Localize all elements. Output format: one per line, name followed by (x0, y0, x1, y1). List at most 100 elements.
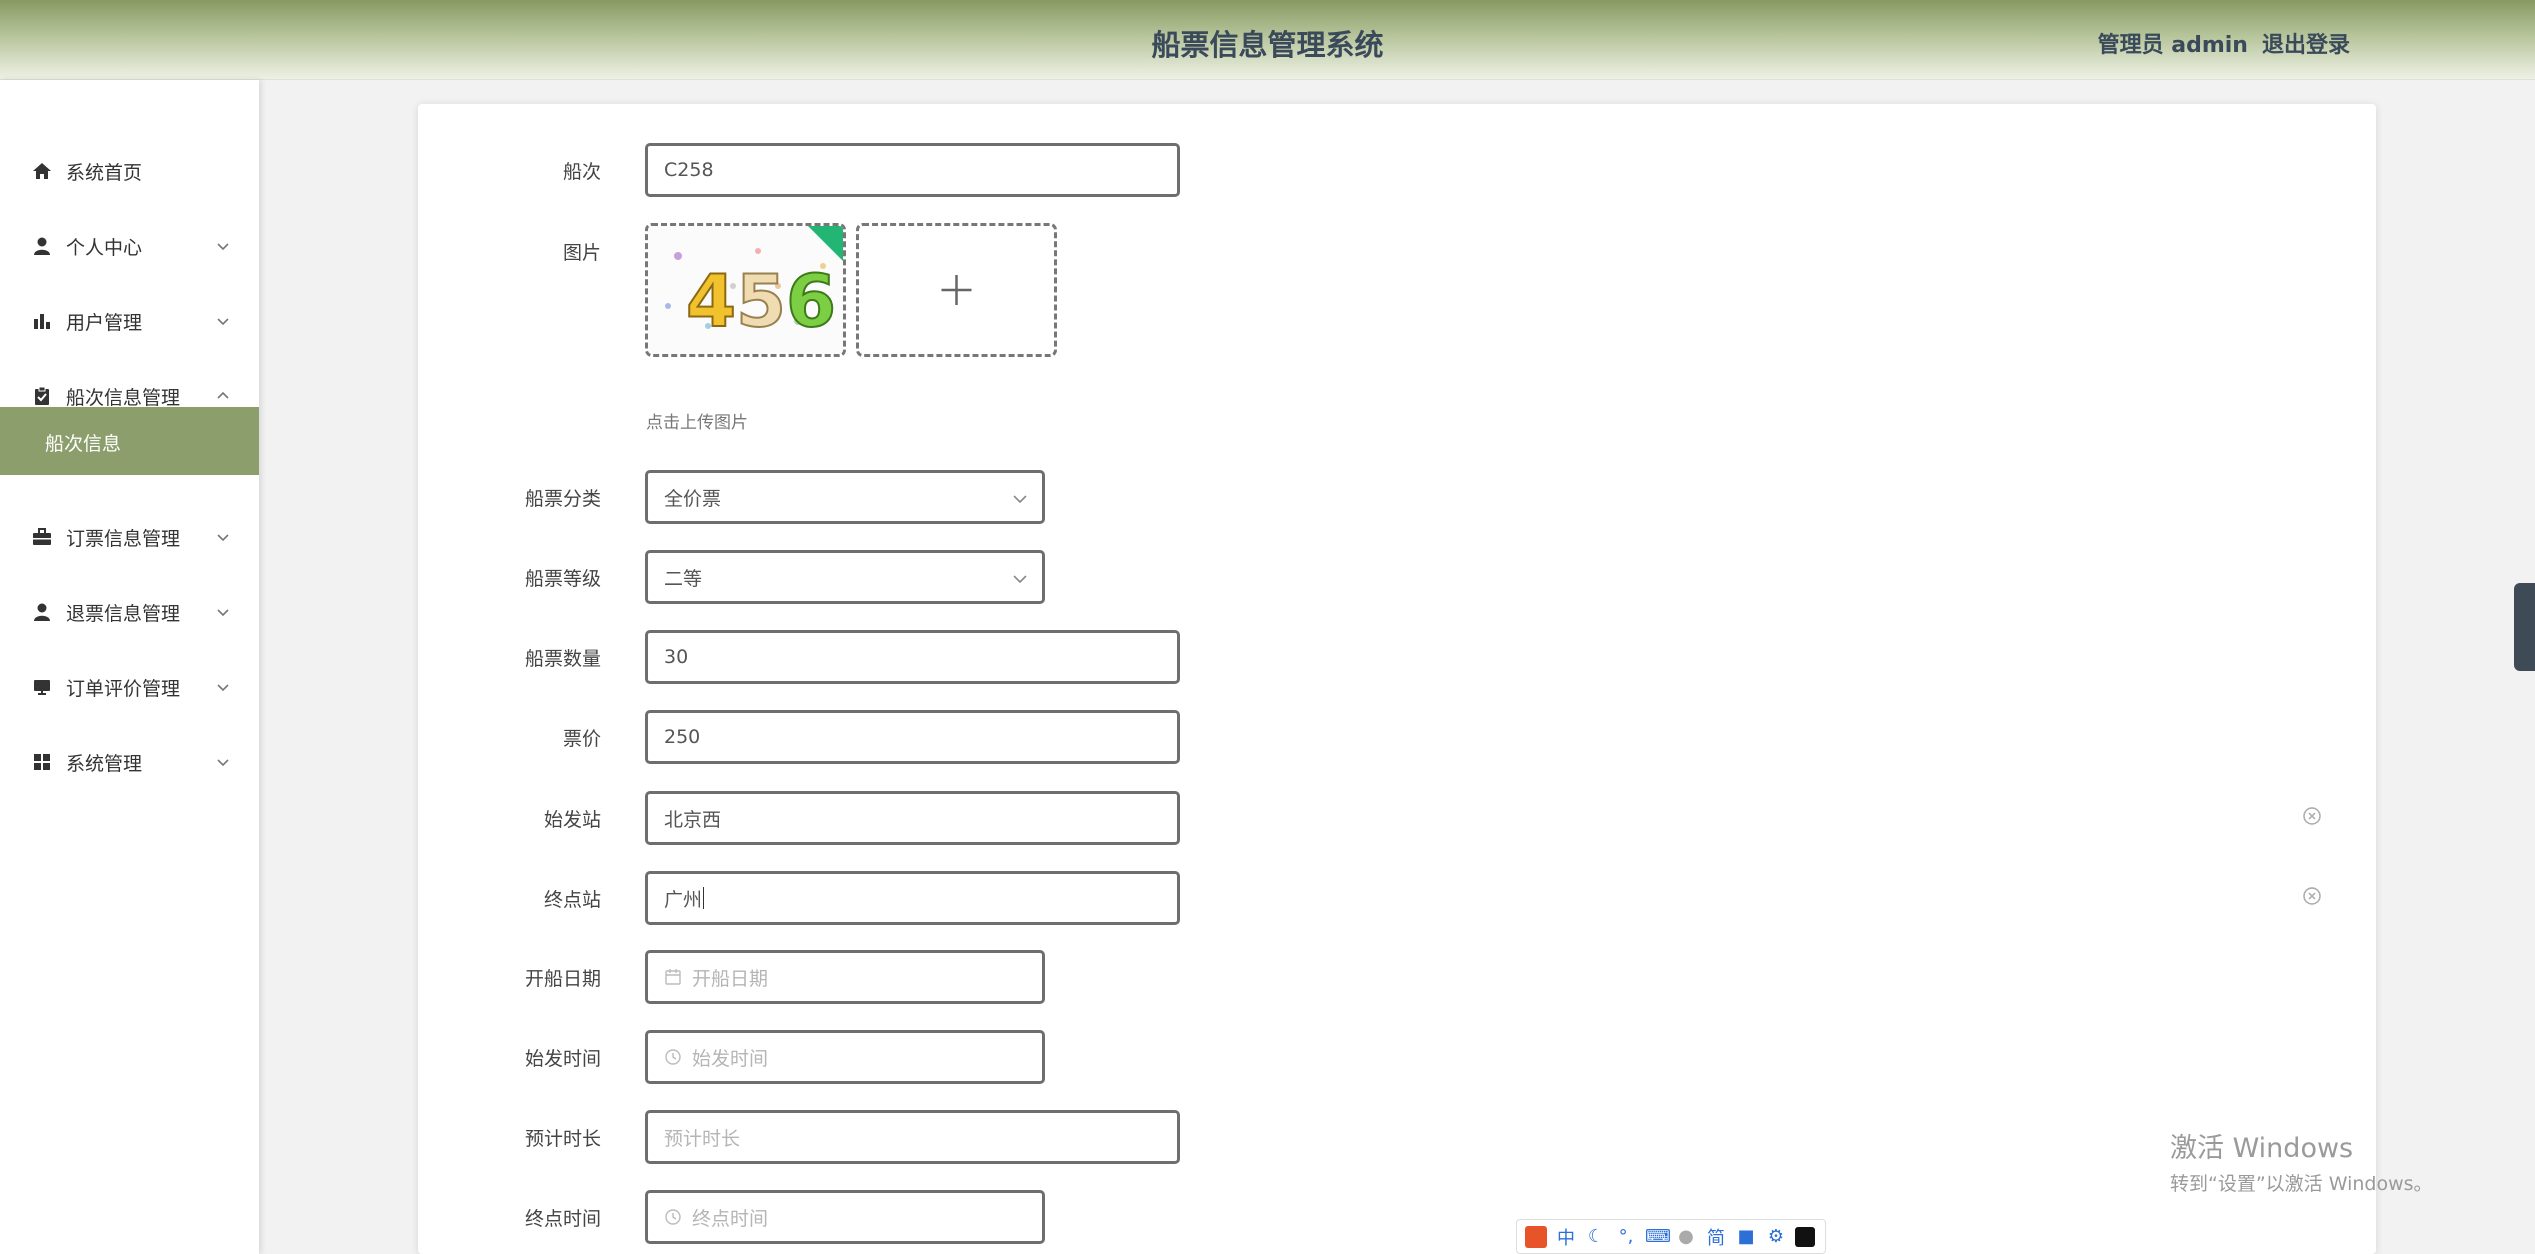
start-time-placeholder: 始发时间 (692, 1047, 769, 1070)
ticket-category-label: 船票分类 (524, 488, 601, 510)
user-icon (34, 603, 50, 621)
start-time-picker[interactable]: 始发时间 (645, 1030, 1045, 1084)
sidebar-item-home[interactable]: 系统首页 (0, 146, 259, 196)
ticket-quantity-input[interactable]: 30 (645, 630, 1180, 684)
sidebar-subitem-voyage-info[interactable]: 船次信息 (0, 407, 259, 475)
grid-icon (34, 754, 50, 770)
sidebar-item-profile[interactable]: 个人中心 (0, 221, 259, 271)
user-area: 管理员 admin 退出登录 (2098, 27, 2350, 59)
moon-icon[interactable]: ☾ (1585, 1226, 1607, 1247)
departure-station-value: 北京西 (664, 808, 722, 831)
duration-label: 预计时长 (524, 1128, 601, 1150)
current-user: 管理员 admin (2097, 33, 2248, 58)
plus-icon (941, 275, 972, 305)
chevron-down-icon (217, 684, 229, 692)
top-header: 船票信息管理系统 管理员 admin 退出登录 (0, 0, 2535, 80)
sidebar-item-label: 订票信息管理 (66, 527, 181, 550)
duration-placeholder: 预计时长 (664, 1127, 741, 1150)
chevron-down-icon (217, 243, 229, 251)
chevron-down-icon (1013, 575, 1027, 584)
departure-date-picker[interactable]: 开船日期 (645, 950, 1045, 1004)
sogou-logo-icon (1525, 1225, 1547, 1248)
skin-icon[interactable]: ■ (1735, 1226, 1757, 1247)
voyage-value: C258 (664, 159, 714, 181)
terminal-station-label: 终点站 (543, 889, 601, 911)
person-icon[interactable]: ● (1675, 1226, 1697, 1247)
sidebar-item-label: 系统首页 (66, 161, 143, 184)
windows-activation-watermark: 激活 Windows 转到“设置”以激活 Windows。 (2170, 1126, 2433, 1196)
terminal-station-value: 广州 (664, 888, 703, 911)
briefcase-icon (33, 528, 51, 545)
clear-icon[interactable] (2302, 886, 2322, 906)
departure-date-placeholder: 开船日期 (692, 967, 769, 990)
chevron-down-icon (217, 534, 229, 542)
tiktok-icon[interactable] (1795, 1226, 1815, 1247)
chevron-up-icon (217, 391, 229, 399)
clock-icon (665, 1049, 681, 1065)
ime-mode-chinese[interactable]: 中 (1555, 1224, 1577, 1250)
departure-station-label: 始发站 (543, 809, 601, 831)
clipboard-icon (35, 386, 49, 405)
upload-hint: 点击上传图片 (646, 413, 748, 433)
ticket-category-select[interactable]: 全价票 (645, 470, 1045, 524)
ticket-grade-value: 二等 (664, 567, 703, 590)
departure-station-input[interactable]: 北京西 (645, 791, 1180, 845)
upload-add-button[interactable] (856, 223, 1057, 357)
sidebar-item-label: 用户管理 (66, 311, 143, 334)
sidebar-item-label: 船次信息管理 (66, 386, 181, 409)
sidebar-item-label: 个人中心 (66, 236, 143, 259)
sidebar-item-review-management[interactable]: 订单评价管理 (0, 662, 259, 712)
sidebar-item-label: 系统管理 (66, 752, 143, 775)
ime-toolbar[interactable]: 中 ☾ °, ⌨ ● 简 ■ ⚙ (1516, 1219, 1826, 1254)
chevron-down-icon (217, 318, 229, 326)
bar-chart-icon (34, 314, 50, 329)
settings-icon[interactable]: ⚙ (1765, 1226, 1787, 1247)
clock-icon (665, 1209, 681, 1225)
end-time-label: 终点时间 (524, 1208, 601, 1230)
logout-link[interactable]: 退出登录 (2262, 27, 2350, 59)
uploaded-image-thumbnail[interactable]: 4 5 6 (645, 223, 846, 357)
voyage-label: 船次 (562, 161, 601, 183)
side-collapse-tab[interactable] (2514, 583, 2535, 671)
ticket-grade-select[interactable]: 二等 (645, 550, 1045, 604)
home-icon (33, 163, 51, 179)
clear-icon[interactable] (2302, 806, 2322, 826)
punctuation-icon[interactable]: °, (1615, 1226, 1637, 1247)
ticket-price-label: 票价 (562, 728, 601, 750)
voyage-input[interactable]: C258 (645, 143, 1180, 197)
ticket-price-value: 250 (664, 726, 701, 748)
sidebar-item-refund-management[interactable]: 退票信息管理 (0, 587, 259, 637)
ime-simplified[interactable]: 简 (1705, 1224, 1727, 1250)
user-icon (34, 237, 50, 255)
watermark-title: 激活 Windows (2170, 1133, 2354, 1164)
sidebar-item-label: 退票信息管理 (66, 602, 181, 625)
sidebar-item-label: 订单评价管理 (66, 677, 181, 700)
start-time-label: 始发时间 (524, 1048, 601, 1070)
sidebar-subitem-label: 船次信息 (45, 433, 122, 455)
text-cursor (703, 887, 705, 909)
terminal-station-input[interactable]: 广州 (645, 871, 1180, 925)
ticket-price-input[interactable]: 250 (645, 710, 1180, 764)
captcha-digit: 5 (736, 259, 786, 343)
sidebar: 系统首页 个人中心 用户管理 船次信息管理 船次信息 订票信息管理 退票信息管理… (0, 80, 259, 1254)
chevron-down-icon (217, 759, 229, 767)
watermark-subtitle: 转到“设置”以激活 Windows。 (2170, 1173, 2433, 1195)
image-label: 图片 (562, 242, 601, 264)
sidebar-item-users[interactable]: 用户管理 (0, 296, 259, 346)
calendar-icon (665, 969, 681, 985)
end-time-placeholder: 终点时间 (692, 1207, 769, 1230)
sidebar-item-booking-management[interactable]: 订票信息管理 (0, 512, 259, 562)
captcha-digit: 4 (686, 259, 736, 343)
duration-input[interactable]: 预计时长 (645, 1110, 1180, 1164)
keyboard-icon[interactable]: ⌨ (1645, 1226, 1671, 1247)
monitor-icon (34, 680, 50, 695)
ticket-grade-label: 船票等级 (524, 568, 601, 590)
captcha-image: 4 5 6 (648, 226, 843, 354)
chevron-down-icon (1013, 495, 1027, 504)
end-time-picker[interactable]: 终点时间 (645, 1190, 1045, 1244)
ticket-quantity-label: 船票数量 (524, 648, 601, 670)
sidebar-item-system-management[interactable]: 系统管理 (0, 737, 259, 787)
ticket-category-value: 全价票 (664, 487, 722, 510)
captcha-digit: 6 (786, 259, 836, 343)
departure-date-label: 开船日期 (524, 968, 601, 990)
